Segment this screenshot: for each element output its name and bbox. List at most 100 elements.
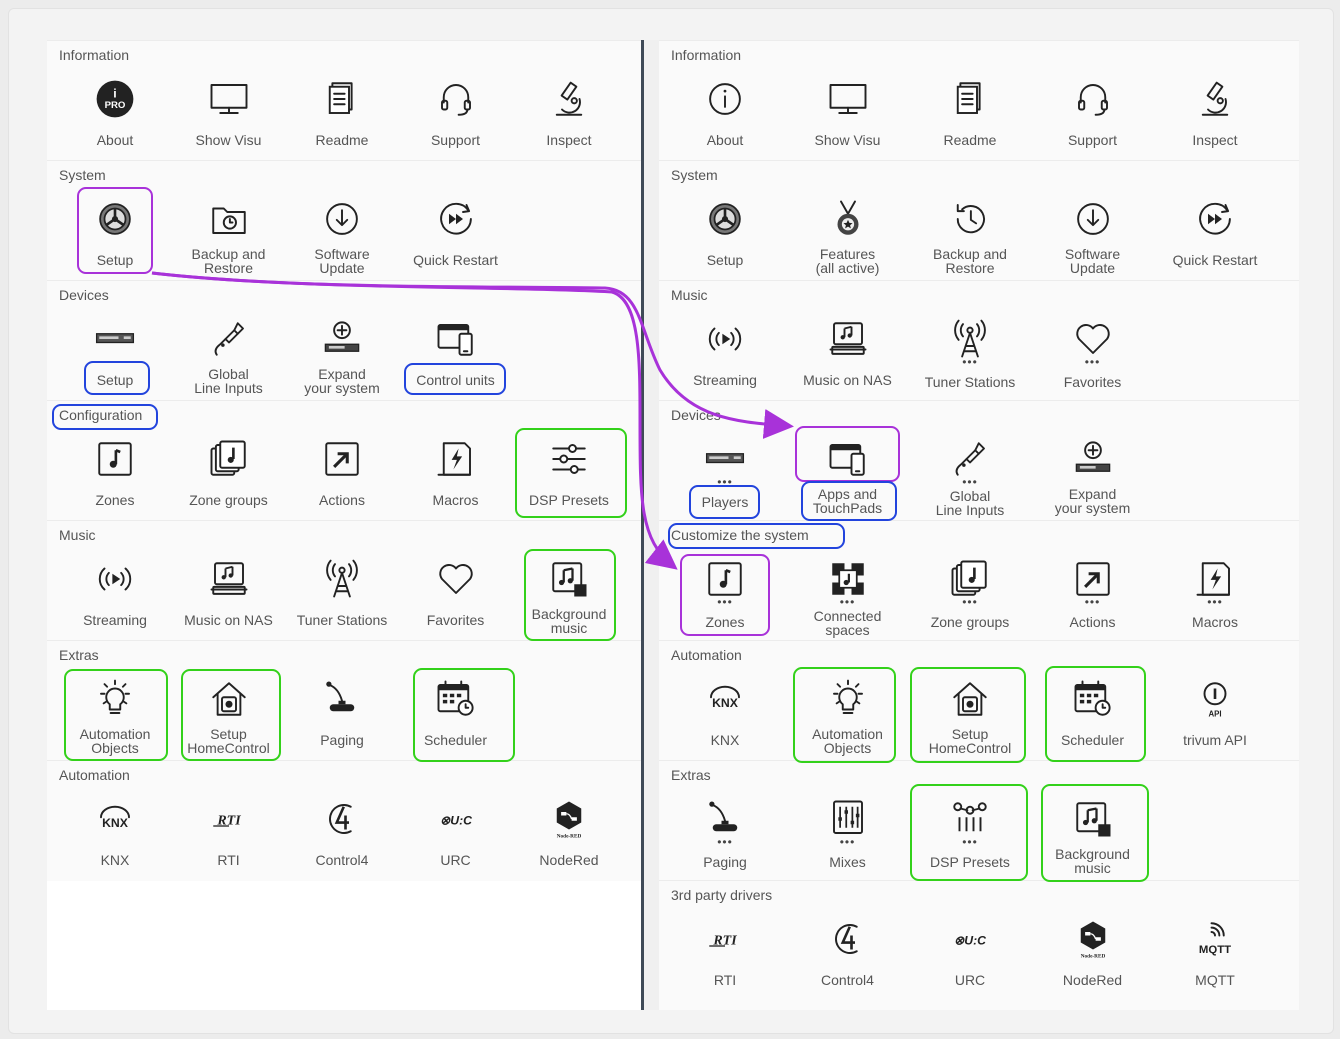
microphone-icon xyxy=(318,675,366,723)
menu-item-show-visu[interactable]: Show Visu xyxy=(792,67,904,157)
menu-item-scheduler[interactable]: Scheduler xyxy=(400,667,512,757)
menu-item-label: trivum API xyxy=(1183,732,1247,748)
menu-item-music-on-nas[interactable]: Music on NAS xyxy=(792,307,904,397)
microscope-icon xyxy=(1191,75,1239,123)
menu-item-support[interactable]: Support xyxy=(400,67,512,157)
menu-item-label: RTI xyxy=(713,972,737,988)
menu-item-mixes[interactable]: ••• Mixes xyxy=(792,787,904,877)
menu-item-setup-homecontrol[interactable]: Setup HomeControl xyxy=(914,667,1026,757)
menu-item-mqtt[interactable]: MQTT MQTT xyxy=(1159,907,1271,997)
menu-item-zone-groups[interactable]: ••• Zone groups xyxy=(914,547,1026,637)
menu-item-tuner-stations[interactable]: ••• Tuner Stations xyxy=(914,307,1026,397)
menu-item-tuner-stations[interactable]: Tuner Stations xyxy=(286,547,398,637)
menu-item-paging[interactable]: Paging xyxy=(286,667,398,757)
menu-item-apps-and-touchpads[interactable]: Apps and TouchPads xyxy=(792,427,904,517)
menu-item-label: Favorites xyxy=(426,612,485,628)
menu-item-label: Zones xyxy=(95,492,135,508)
menu-item-automation-objects[interactable]: Automation Objects xyxy=(792,667,904,757)
section-music: Music Streaming Music on NAS Tuner Stations… xyxy=(47,520,641,641)
menu-item-readme[interactable]: Readme xyxy=(286,67,398,157)
menu-item-label: Paging xyxy=(703,854,747,870)
menu-item-actions[interactable]: ••• Actions xyxy=(1037,547,1149,637)
menu-item-expand-your-system[interactable]: Expand your system xyxy=(286,307,398,397)
left-menu-panel: Information i PRO About Show Visu Readme Suppo… xyxy=(47,40,641,1010)
menu-item-zones[interactable]: ••• Zones xyxy=(669,547,781,637)
svg-text:Node-RED: Node-RED xyxy=(1080,953,1105,959)
menu-item-readme[interactable]: Readme xyxy=(914,67,1026,157)
menu-item-label: Setup xyxy=(96,252,134,268)
menu-item-favorites[interactable]: ••• Favorites xyxy=(1037,307,1149,397)
menu-item-music-on-nas[interactable]: Music on NAS xyxy=(173,547,285,637)
section-devices: Devices Setup Global Line Inputs Expand your … xyxy=(47,280,641,401)
menu-item-players[interactable]: ••• Players xyxy=(669,427,781,517)
menu-item-inspect[interactable]: Inspect xyxy=(513,67,625,157)
menu-item-nodered[interactable]: Node-RED NodeRed xyxy=(513,787,625,877)
nas-music-icon xyxy=(205,555,253,603)
menu-item-label: Scheduler xyxy=(1060,732,1125,748)
menu-item-zone-groups[interactable]: Zone groups xyxy=(173,427,285,517)
menu-item-quick-restart[interactable]: Quick Restart xyxy=(400,187,512,277)
menu-item-streaming[interactable]: Streaming xyxy=(59,547,171,637)
menu-item-global-line-inputs[interactable]: Global Line Inputs xyxy=(173,307,285,397)
menu-item-support[interactable]: Support xyxy=(1037,67,1149,157)
panel-divider xyxy=(641,40,659,1010)
menu-item-dsp-presets[interactable]: ••• DSP Presets xyxy=(914,787,1026,877)
menu-item-automation-objects[interactable]: Automation Objects xyxy=(59,667,171,757)
menu-item-zones[interactable]: Zones xyxy=(59,427,171,517)
streaming-icon xyxy=(701,315,749,363)
menu-item-setup-homecontrol[interactable]: Setup HomeControl xyxy=(173,667,285,757)
more-dots-icon: ••• xyxy=(839,835,856,849)
menu-item-quick-restart[interactable]: Quick Restart xyxy=(1159,187,1271,277)
menu-item-background-music[interactable]: Background music xyxy=(513,547,625,637)
menu-item-setup[interactable]: Setup xyxy=(59,307,171,397)
menu-item-trivum-api[interactable]: API trivum API xyxy=(1159,667,1271,757)
menu-item-about[interactable]: i PRO About xyxy=(59,67,171,157)
menu-item-control4[interactable]: Control4 xyxy=(792,907,904,997)
menu-item-global-line-inputs[interactable]: ••• Global Line Inputs xyxy=(914,427,1026,517)
menu-item-label: Quick Restart xyxy=(1172,252,1258,268)
section-system: System Setup Features (all active) Backup an… xyxy=(659,160,1299,281)
menu-item-features-all-active[interactable]: Features (all active) xyxy=(792,187,904,277)
menu-item-control-units[interactable]: Control units xyxy=(400,307,512,397)
folder-restore-icon xyxy=(205,195,253,243)
menu-item-paging[interactable]: ••• Paging xyxy=(669,787,781,877)
menu-item-software-update[interactable]: Software Update xyxy=(1037,187,1149,277)
menu-item-macros[interactable]: ••• Macros xyxy=(1159,547,1271,637)
menu-item-label: Tuner Stations xyxy=(296,612,388,628)
menu-item-inspect[interactable]: Inspect xyxy=(1159,67,1271,157)
audio-jack-icon xyxy=(205,315,253,363)
menu-item-software-update[interactable]: Software Update xyxy=(286,187,398,277)
menu-item-favorites[interactable]: Favorites xyxy=(400,547,512,637)
background-music-icon xyxy=(545,555,593,603)
menu-item-show-visu[interactable]: Show Visu xyxy=(173,67,285,157)
menu-item-control4[interactable]: Control4 xyxy=(286,787,398,877)
menu-item-setup[interactable]: Setup xyxy=(59,187,171,277)
menu-item-urc[interactable]: ⊗U:C URC xyxy=(914,907,1026,997)
menu-item-background-music[interactable]: Background music xyxy=(1037,787,1149,877)
section-title: System xyxy=(59,167,106,183)
menu-item-expand-your-system[interactable]: Expand your system xyxy=(1037,427,1149,517)
menu-item-urc[interactable]: ⊗U:C URC xyxy=(400,787,512,877)
menu-item-about[interactable]: About xyxy=(669,67,781,157)
menu-item-label: Favorites xyxy=(1063,374,1122,390)
menu-item-connected-spaces[interactable]: ••• Connected spaces xyxy=(792,547,904,637)
menu-item-streaming[interactable]: Streaming xyxy=(669,307,781,397)
menu-item-knx[interactable]: KNX KNX xyxy=(59,787,171,877)
menu-item-knx[interactable]: KNX KNX xyxy=(669,667,781,757)
menu-item-backup-and-restore[interactable]: Backup and Restore xyxy=(914,187,1026,277)
section-title: Automation xyxy=(59,767,130,783)
menu-item-setup[interactable]: Setup xyxy=(669,187,781,277)
menu-item-dsp-presets[interactable]: DSP Presets xyxy=(513,427,625,517)
menu-item-backup-and-restore[interactable]: Backup and Restore xyxy=(173,187,285,277)
menu-item-label: Setup HomeControl xyxy=(187,726,270,756)
menu-item-macros[interactable]: Macros xyxy=(400,427,512,517)
fast-forward-circle-icon xyxy=(432,195,480,243)
menu-item-label: Expand your system xyxy=(304,366,380,396)
section-title: Devices xyxy=(59,287,109,303)
menu-item-rti[interactable]: RTI RTI xyxy=(669,907,781,997)
menu-item-rti[interactable]: RTI RTI xyxy=(173,787,285,877)
menu-item-actions[interactable]: Actions xyxy=(286,427,398,517)
menu-item-nodered[interactable]: Node-RED NodeRed xyxy=(1037,907,1149,997)
streaming-icon xyxy=(91,555,139,603)
menu-item-scheduler[interactable]: Scheduler xyxy=(1037,667,1149,757)
